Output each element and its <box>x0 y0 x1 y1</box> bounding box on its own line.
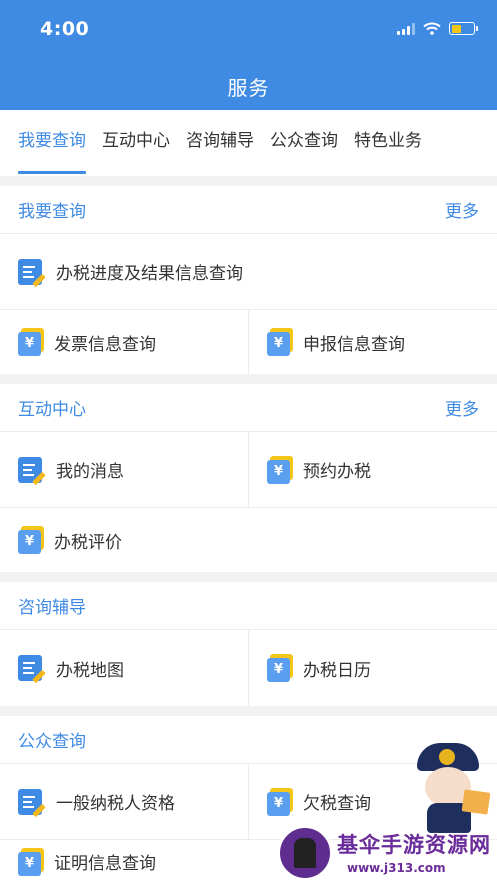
service-label: 办税日历 <box>303 660 371 681</box>
service-item-evaluation[interactable]: ¥ 办税评价 <box>0 508 497 572</box>
document-pen-icon <box>18 655 46 684</box>
section-header: 咨询辅导 <box>0 582 497 630</box>
service-label: 办税地图 <box>56 660 124 681</box>
section-header: 互动中心 更多 <box>0 384 497 432</box>
site-watermark: 基伞手游资源网 www.j313.com <box>267 733 497 883</box>
section-consult: 咨询辅导 办税地图 ¥ 办税日历 <box>0 582 497 706</box>
tab-consult[interactable]: 咨询辅导 <box>180 110 260 176</box>
tab-public-query[interactable]: 公众查询 <box>264 110 344 176</box>
service-item-tax-map[interactable]: 办税地图 <box>0 630 248 706</box>
service-label: 办税评价 <box>54 532 122 553</box>
service-row: ¥ 发票信息查询 ¥ 申报信息查询 <box>0 310 497 374</box>
section-title: 咨询辅导 <box>18 598 86 618</box>
category-tabs: 我要查询 互动中心 咨询辅导 公众查询 特色业务 <box>0 110 497 176</box>
service-label: 证明信息查询 <box>54 854 156 874</box>
service-item-my-messages[interactable]: 我的消息 <box>0 432 248 507</box>
service-item-declaration-query[interactable]: ¥ 申报信息查询 <box>248 310 497 374</box>
section-interaction: 互动中心 更多 我的消息 ¥ 预约办税 ¥ 办税评价 <box>0 384 497 572</box>
service-item-appointment[interactable]: ¥ 预约办税 <box>248 432 497 507</box>
wifi-icon <box>423 22 441 35</box>
status-time: 4:00 <box>40 18 90 40</box>
more-link[interactable]: 更多 <box>445 395 479 420</box>
watermark-url: www.j313.com <box>347 861 446 875</box>
service-label: 预约办税 <box>303 462 371 482</box>
service-item-tax-calendar[interactable]: ¥ 办税日历 <box>248 630 497 706</box>
status-icons <box>397 22 478 35</box>
signal-icon <box>397 22 415 35</box>
section-title: 互动中心 <box>18 400 86 420</box>
tab-special-business[interactable]: 特色业务 <box>348 110 428 176</box>
yen-card-icon: ¥ <box>18 847 44 876</box>
service-row: 办税地图 ¥ 办税日历 <box>0 630 497 706</box>
app-header: 4:00 服务 <box>0 0 497 110</box>
yen-card-icon: ¥ <box>267 654 293 682</box>
service-item-invoice-query[interactable]: ¥ 发票信息查询 <box>0 310 248 374</box>
watermark-text: 基伞手游资源网 <box>337 833 491 857</box>
section-header: 我要查询 更多 <box>0 186 497 234</box>
service-row: 我的消息 ¥ 预约办税 <box>0 432 497 508</box>
service-row: ¥ 办税评价 <box>0 508 497 572</box>
battery-icon <box>449 22 478 35</box>
service-label: 我的消息 <box>56 462 124 482</box>
service-item-tax-progress[interactable]: 办税进度及结果信息查询 <box>0 234 497 309</box>
section-title: 我要查询 <box>18 202 86 222</box>
yen-card-icon: ¥ <box>267 455 293 484</box>
page-title: 服务 <box>227 76 270 100</box>
mascot-image <box>405 743 491 833</box>
tab-query[interactable]: 我要查询 <box>12 110 92 176</box>
service-label: 一般纳税人资格 <box>56 794 175 814</box>
document-pen-icon <box>18 258 46 287</box>
yen-card-icon: ¥ <box>18 328 44 356</box>
service-row: 办税进度及结果信息查询 <box>0 234 497 310</box>
section-query: 我要查询 更多 办税进度及结果信息查询 ¥ 发票信息查询 ¥ 申报信息查询 <box>0 186 497 374</box>
yen-card-icon: ¥ <box>267 328 293 356</box>
service-label: 办税进度及结果信息查询 <box>56 264 243 284</box>
more-link[interactable]: 更多 <box>445 197 479 222</box>
service-label: 发票信息查询 <box>54 334 156 355</box>
watermark-logo <box>277 825 333 881</box>
tab-interaction[interactable]: 互动中心 <box>96 110 176 176</box>
section-title: 公众查询 <box>18 732 86 752</box>
document-pen-icon <box>18 788 46 817</box>
document-pen-icon <box>18 456 46 485</box>
service-item-general-taxpayer[interactable]: 一般纳税人资格 <box>0 764 248 839</box>
service-label: 申报信息查询 <box>303 334 405 355</box>
yen-card-icon: ¥ <box>18 526 44 554</box>
